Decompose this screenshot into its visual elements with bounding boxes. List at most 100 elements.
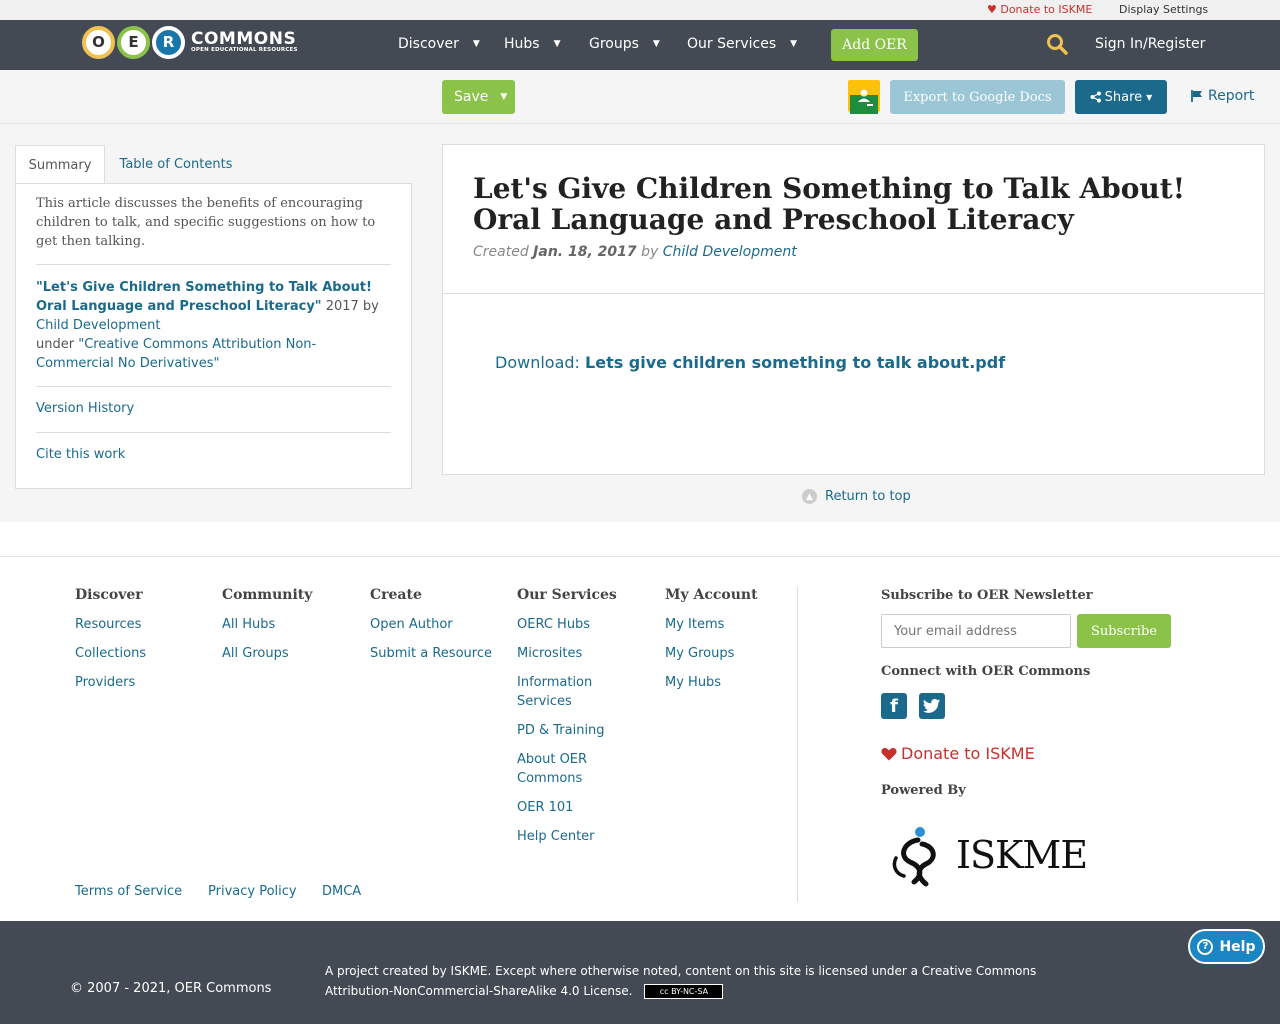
tab-table-of-contents[interactable]: Table of Contents: [115, 145, 237, 184]
flag-icon: [1191, 90, 1202, 102]
cite-work-link[interactable]: Cite this work: [36, 447, 125, 462]
license-text: A project created by ISKME. Except where…: [325, 961, 1065, 1001]
footer-link-oerc-hubs[interactable]: OERC Hubs: [517, 615, 627, 634]
created-date: Jan. 18, 2017: [533, 244, 637, 260]
footer-donate-label: Donate to ISKME: [901, 744, 1035, 763]
privacy-policy-link[interactable]: Privacy Policy: [208, 884, 297, 899]
footer-col-my-account: My Account My Items My Groups My Hubs: [665, 587, 758, 702]
bottom-bar: © 2007 - 2021, OER Commons A project cre…: [0, 921, 1280, 1024]
footer-link-help-center[interactable]: Help Center: [517, 827, 627, 846]
footer-link-providers[interactable]: Providers: [75, 673, 146, 692]
logo-tagline: OPEN EDUCATIONAL RESOURCES: [191, 46, 298, 53]
footer-heading: Create: [370, 587, 422, 603]
resource-toolbar: Save ▼ Export to Google Docs Share ▼ Repo…: [0, 70, 1280, 124]
report-label: Report: [1208, 88, 1255, 104]
footer-divider: [797, 587, 798, 902]
footer-link-resources[interactable]: Resources: [75, 615, 146, 634]
utility-bar: ♥ Donate to ISKME Display Settings: [0, 0, 1280, 20]
footer-link-collections[interactable]: Collections: [75, 644, 146, 663]
add-oer-button[interactable]: Add OER: [831, 29, 918, 61]
footer-link-oer-101[interactable]: OER 101: [517, 798, 627, 817]
subscribe-heading: Subscribe to OER Newsletter: [881, 588, 1093, 603]
share-button[interactable]: Share ▼: [1075, 80, 1167, 114]
google-classroom-icon[interactable]: [848, 80, 880, 114]
main-nav: O E R COMMONS OPEN EDUCATIONAL RESOURCES…: [0, 20, 1280, 70]
return-to-top-label: Return to top: [825, 489, 911, 504]
newsletter-email-input[interactable]: [881, 614, 1071, 648]
share-label: Share: [1104, 89, 1143, 105]
footer-heading: My Account: [665, 587, 758, 603]
footer-col-discover: Discover Resources Collections Providers: [75, 587, 146, 702]
iskme-word: ISKME: [956, 833, 1088, 877]
footer-donate-link[interactable]: Donate to ISKME: [881, 744, 1035, 763]
footer-link-all-hubs[interactable]: All Hubs: [222, 615, 312, 634]
share-icon: [1090, 91, 1101, 103]
dmca-link[interactable]: DMCA: [322, 884, 361, 899]
footer-link-open-author[interactable]: Open Author: [370, 615, 492, 634]
logo-word: COMMONS: [191, 28, 297, 49]
footer-link-my-groups[interactable]: My Groups: [665, 644, 758, 663]
chevron-down-icon: ▼: [790, 39, 798, 49]
subscribe-button[interactable]: Subscribe: [1077, 614, 1171, 648]
report-link[interactable]: Report: [1190, 88, 1254, 104]
created-by: by: [636, 244, 663, 260]
save-button[interactable]: Save ▼: [442, 80, 515, 114]
footer-link-about-oer[interactable]: About OER Commons: [517, 750, 627, 788]
divider: [36, 386, 391, 387]
question-icon: ?: [1197, 938, 1214, 955]
nav-groups[interactable]: Groups ▼: [589, 36, 660, 52]
display-settings-link[interactable]: Display Settings: [1119, 3, 1208, 16]
facebook-icon[interactable]: f: [881, 693, 907, 719]
footer-link-submit-resource[interactable]: Submit a Resource: [370, 644, 492, 663]
nav-hubs-label: Hubs: [504, 36, 540, 52]
footer-link-all-groups[interactable]: All Groups: [222, 644, 312, 663]
export-google-docs-button[interactable]: Export to Google Docs: [890, 80, 1065, 114]
footer-col-our-services: Our Services OERC Hubs Microsites Inform…: [517, 587, 627, 856]
chevron-up-icon: ▲: [802, 489, 817, 504]
nav-discover-label: Discover: [398, 36, 459, 52]
footer-link-information-services[interactable]: Information Services: [517, 673, 627, 711]
terms-of-service-link[interactable]: Terms of Service: [75, 884, 182, 899]
powered-by-heading: Powered By: [881, 783, 966, 798]
chevron-down-icon: ▼: [553, 39, 561, 49]
logo-letter-o: O: [82, 25, 115, 59]
attribution-year-by: 2017 by: [321, 299, 379, 314]
oer-commons-logo[interactable]: O E R COMMONS OPEN EDUCATIONAL RESOURCES: [82, 24, 298, 60]
twitter-icon[interactable]: [919, 693, 945, 719]
footer-heading: Our Services: [517, 587, 617, 603]
attribution-author-link[interactable]: Child Development: [36, 318, 160, 333]
heart-icon: [881, 747, 897, 760]
nav-discover[interactable]: Discover ▼: [398, 36, 480, 52]
footer-link-microsites[interactable]: Microsites: [517, 644, 627, 663]
search-icon[interactable]: [1046, 33, 1068, 55]
footer-col-community: Community All Hubs All Groups: [222, 587, 312, 673]
utility-donate-link[interactable]: ♥ Donate to ISKME: [987, 3, 1092, 16]
copyright: © 2007 - 2021, OER Commons: [70, 981, 272, 996]
sign-in-register-link[interactable]: Sign In/Register: [1095, 36, 1205, 52]
iskme-logo[interactable]: ISKME: [890, 820, 1090, 890]
logo-letter-e: E: [117, 25, 150, 59]
cc-license-badge[interactable]: cc BY-NC-SA: [644, 984, 724, 999]
page-title: Let's Give Children Something to Talk Ab…: [473, 172, 1186, 236]
help-button[interactable]: ? Help: [1188, 929, 1265, 964]
attribution: "Let's Give Children Something to Talk A…: [36, 278, 391, 373]
caret-down-icon: ▼: [500, 92, 508, 102]
tab-summary[interactable]: Summary: [15, 145, 105, 184]
footer-heading: Community: [222, 587, 313, 603]
author-link[interactable]: Child Development: [663, 244, 797, 260]
classroom-board: [850, 89, 878, 114]
nav-hubs[interactable]: Hubs ▼: [504, 36, 561, 52]
version-history-link[interactable]: Version History: [36, 401, 134, 416]
footer-link-my-items[interactable]: My Items: [665, 615, 758, 634]
footer-link-pd-training[interactable]: PD & Training: [517, 721, 627, 740]
help-label: Help: [1219, 938, 1256, 955]
return-to-top-link[interactable]: ▲ Return to top: [802, 489, 911, 504]
logo-letter-r: R: [152, 25, 185, 59]
attribution-license-link[interactable]: "Creative Commons Attribution Non-Commer…: [36, 337, 316, 371]
footer-link-my-hubs[interactable]: My Hubs: [665, 673, 758, 692]
footer: Discover Resources Collections Providers…: [0, 556, 1280, 921]
download-line: Download: Lets give children something t…: [495, 353, 1005, 372]
download-file-link[interactable]: Lets give children something to talk abo…: [585, 353, 1005, 372]
summary-text: This article discusses the benefits of e…: [36, 196, 376, 249]
nav-our-services[interactable]: Our Services ▼: [687, 36, 797, 52]
